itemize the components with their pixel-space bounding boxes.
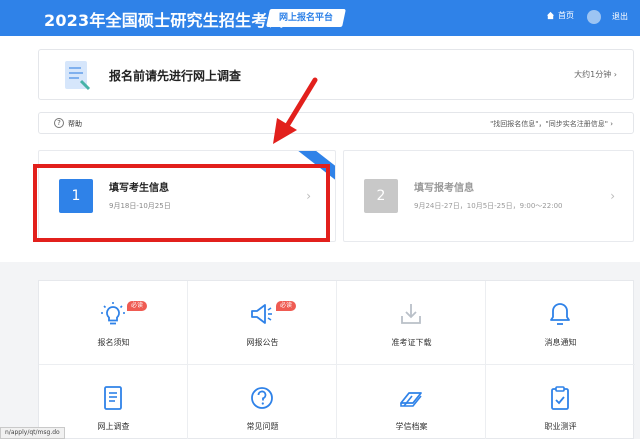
must-read-badge: 必读 bbox=[276, 301, 297, 311]
red-arrow-annotation bbox=[273, 77, 318, 144]
chevron-right-icon: › bbox=[610, 120, 613, 128]
step-fill-application-info: 2 填写报考信息 9月24日-27日，10月5日-25日，9:00～22:00 … bbox=[343, 150, 634, 242]
feature-grid: 必读 报名须知 必读 网报公告 准考证下载 消息通知 网上调查 常见问题 学信档… bbox=[38, 280, 635, 439]
home-icon bbox=[546, 11, 555, 20]
step-number: 2 bbox=[364, 179, 398, 213]
help-question-icon: ? bbox=[54, 118, 64, 128]
lightbulb-icon bbox=[101, 302, 125, 325]
grid-item-label: 消息通知 bbox=[544, 338, 577, 347]
top-header: 2023年全国硕士研究生招生考试 网上报名平台 首页 退出 bbox=[0, 0, 640, 36]
grid-item-notifications[interactable]: 消息通知 bbox=[486, 281, 635, 365]
highlight-box-annotation bbox=[33, 164, 330, 242]
download-tray-icon bbox=[401, 304, 421, 324]
step-date: 9月24日-27日，10月5日-25日，9:00～22:00 bbox=[414, 202, 563, 210]
archive-icon bbox=[400, 392, 422, 407]
user-avatar[interactable] bbox=[587, 10, 601, 24]
grid-item-label: 常见问题 bbox=[246, 422, 279, 431]
platform-tag: 网上报名平台 bbox=[266, 9, 346, 27]
bell-icon bbox=[550, 303, 570, 325]
grid-item-label: 网报公告 bbox=[246, 338, 279, 347]
logout-link[interactable]: 退出 bbox=[612, 11, 628, 22]
grid-item-career-assessment[interactable]: 职业测评 bbox=[486, 365, 635, 439]
survey-document-icon bbox=[104, 386, 122, 410]
browser-status-url: n/apply/qt/msg.do bbox=[0, 427, 65, 439]
survey-card[interactable]: 报名前请先进行网上调查 大约1分钟 › bbox=[38, 49, 634, 100]
grid-item-academic-archive[interactable]: 学信档案 bbox=[337, 365, 486, 439]
survey-time-hint: 大约1分钟 › bbox=[574, 70, 617, 79]
grid-item-announcement[interactable]: 必读 网报公告 bbox=[188, 281, 337, 365]
help-label: 帮助 bbox=[68, 120, 82, 128]
step-title: 填写报考信息 bbox=[414, 183, 474, 194]
home-label: 首页 bbox=[558, 11, 574, 20]
grid-item-label: 准考证下载 bbox=[391, 338, 432, 347]
clipboard-check-icon bbox=[551, 386, 569, 410]
survey-document-icon bbox=[65, 61, 91, 91]
grid-item-registration-notice[interactable]: 必读 报名须知 bbox=[39, 281, 188, 365]
megaphone-icon bbox=[251, 304, 272, 324]
question-circle-icon bbox=[251, 387, 273, 409]
help-links[interactable]: "找回报名信息"，"同步实名注册信息" › bbox=[490, 119, 613, 129]
home-link[interactable]: 首页 bbox=[546, 10, 574, 21]
platform-tag-label: 网上报名平台 bbox=[279, 13, 334, 23]
grid-item-label: 学信档案 bbox=[395, 422, 428, 431]
chevron-right-icon: › bbox=[613, 70, 617, 79]
grid-item-admission-ticket[interactable]: 准考证下载 bbox=[337, 281, 486, 365]
help-bar[interactable]: ? 帮助 "找回报名信息"，"同步实名注册信息" › bbox=[38, 112, 634, 134]
survey-title: 报名前请先进行网上调查 bbox=[109, 69, 242, 83]
chevron-right-icon: › bbox=[610, 189, 615, 203]
grid-item-faq[interactable]: 常见问题 bbox=[188, 365, 337, 439]
grid-item-label: 职业测评 bbox=[544, 422, 577, 431]
grid-item-label: 报名须知 bbox=[97, 338, 130, 347]
must-read-badge: 必读 bbox=[127, 301, 148, 311]
site-title[interactable]: 2023年全国硕士研究生招生考试 bbox=[44, 7, 284, 31]
